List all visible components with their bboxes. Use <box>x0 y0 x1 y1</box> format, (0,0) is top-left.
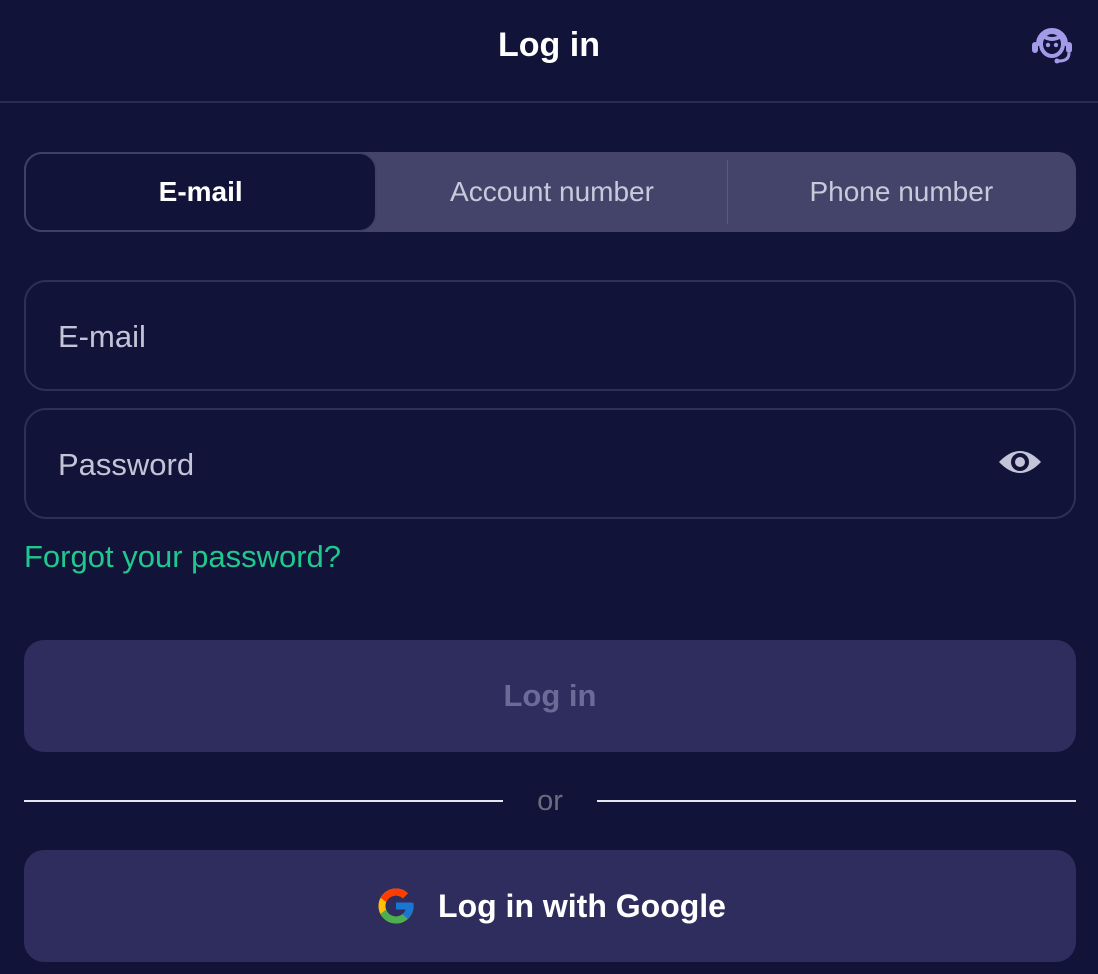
page-title: Log in <box>498 26 600 64</box>
tab-divider <box>726 160 728 224</box>
forgot-password-link[interactable]: Forgot your password? <box>24 536 341 578</box>
divider-line-right <box>597 800 1076 802</box>
email-input[interactable] <box>56 282 960 391</box>
password-field <box>24 408 1076 519</box>
tab-phone-number-label: Phone number <box>809 176 994 207</box>
or-divider: or <box>24 780 1076 824</box>
tab-email-label: E-mail <box>158 176 243 207</box>
header-bar: Log in <box>0 0 1098 103</box>
tab-account-number-label: Account number <box>450 176 654 207</box>
show-password-button[interactable] <box>996 444 1044 484</box>
support-headset-icon <box>1029 22 1075 71</box>
email-field <box>24 280 1076 391</box>
eye-icon <box>997 446 1043 483</box>
support-button[interactable] <box>1026 22 1078 70</box>
tab-phone-number[interactable]: Phone number <box>726 152 1076 232</box>
tab-account-number[interactable]: Account number <box>377 152 726 232</box>
google-login-button[interactable]: Log in with Google <box>24 850 1076 962</box>
google-icon <box>374 884 418 928</box>
password-input[interactable] <box>56 410 960 519</box>
google-login-label: Log in with Google <box>438 887 726 924</box>
login-method-tabs: E-mail Account number Phone number <box>24 152 1076 232</box>
tab-email[interactable]: E-mail <box>24 152 378 232</box>
login-button[interactable]: Log in <box>24 640 1076 752</box>
